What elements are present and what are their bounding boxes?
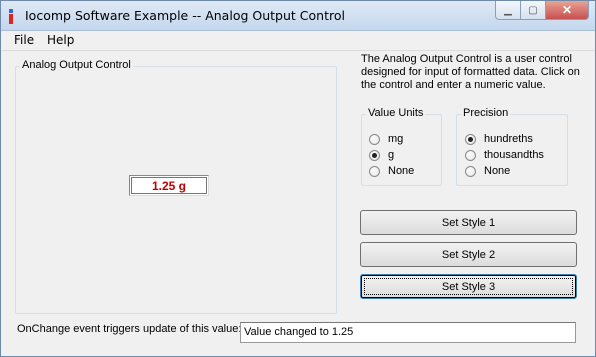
minimize-icon: ▁ <box>504 4 512 16</box>
set-style-2-button[interactable]: Set Style 2 <box>360 242 577 267</box>
radio-label: thousandths <box>484 149 544 161</box>
close-button[interactable]: ✕ <box>546 1 589 20</box>
analog-output-control[interactable]: 1.25 g <box>129 175 209 196</box>
radio-label: mg <box>388 133 404 145</box>
radio-circle <box>465 149 476 161</box>
status-field[interactable]: Value changed to 1.25 <box>240 322 576 343</box>
radio-circle <box>369 149 380 161</box>
radio-precision-hundreths[interactable]: hundreths <box>465 133 533 145</box>
radio-units-none[interactable]: None <box>369 165 414 177</box>
window-controls: ▁ ▢ ✕ <box>495 1 589 21</box>
minimize-button[interactable]: ▁ <box>495 1 521 20</box>
analog-output-value: 1.25 g <box>151 178 187 193</box>
app-icon <box>9 9 17 24</box>
close-icon: ✕ <box>561 3 573 17</box>
radio-units-mg[interactable]: mg <box>369 133 403 145</box>
maximize-button[interactable]: ▢ <box>521 1 546 20</box>
analog-output-group-legend: Analog Output Control <box>20 59 133 71</box>
set-style-3-button[interactable]: Set Style 3 <box>360 274 577 299</box>
menu-file[interactable]: File <box>14 33 34 47</box>
value-units-legend: Value Units <box>366 107 426 119</box>
set-style-1-button[interactable]: Set Style 1 <box>360 210 577 235</box>
window-title: Iocomp Software Example -- Analog Output… <box>25 8 345 23</box>
radio-label: g <box>388 149 395 161</box>
radio-precision-thousandths[interactable]: thousandths <box>465 149 544 161</box>
radio-precision-none[interactable]: None <box>465 165 510 177</box>
menu-help[interactable]: Help <box>47 33 74 47</box>
radio-circle <box>465 165 476 177</box>
radio-circle <box>369 133 380 145</box>
maximize-icon: ▢ <box>528 4 538 16</box>
radio-circle <box>369 165 380 177</box>
radio-circle <box>465 133 476 145</box>
focus-ring <box>364 278 573 295</box>
radio-label: hundreths <box>484 133 533 145</box>
app-window: Iocomp Software Example -- Analog Output… <box>0 0 596 357</box>
menu-bar: File Help <box>1 31 595 51</box>
radio-units-g[interactable]: g <box>369 149 394 161</box>
status-label: OnChange event triggers update of this v… <box>17 323 242 335</box>
title-bar[interactable]: Iocomp Software Example -- Analog Output… <box>1 1 595 31</box>
radio-label: None <box>388 165 415 177</box>
radio-label: None <box>484 165 511 177</box>
description-text: The Analog Output Control is a user cont… <box>361 53 580 91</box>
precision-legend: Precision <box>461 107 511 119</box>
